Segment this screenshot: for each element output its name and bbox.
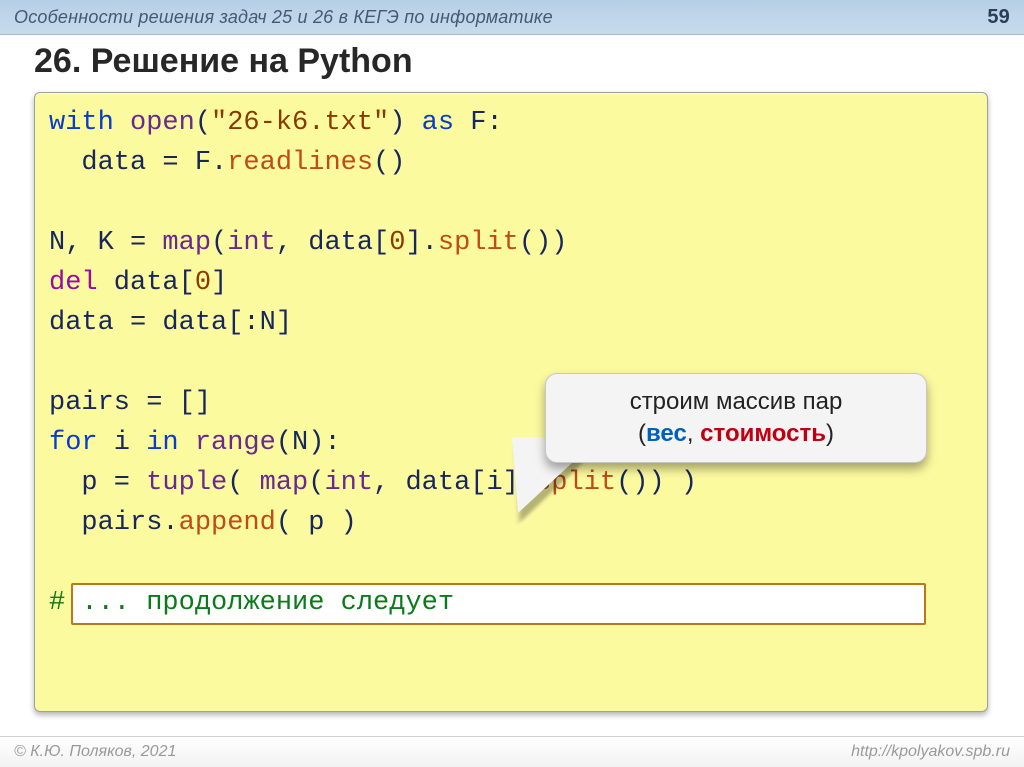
builtin-map: map — [162, 228, 211, 258]
method-split: split — [438, 228, 519, 258]
builtin-open: open — [130, 108, 195, 138]
callout-line1: строим массив пар — [546, 388, 926, 416]
builtin-range: range — [195, 428, 276, 458]
python-code: with open("26-k6.txt") as F: data = F.re… — [49, 103, 697, 623]
builtin-int: int — [227, 228, 276, 258]
builtin-tuple: tuple — [146, 468, 227, 498]
footer-author: © К.Ю. Поляков, 2021 — [14, 737, 176, 767]
footer-url: http://kpolyakov.spb.ru — [851, 737, 1010, 767]
keyword-in: in — [146, 428, 178, 458]
string-literal: "26-k6.txt" — [211, 108, 389, 138]
footer: © К.Ю. Поляков, 2021 http://kpolyakov.sp… — [0, 736, 1024, 767]
keyword-with: with — [49, 108, 114, 138]
callout-bubble: строим массив пар (вес, стоимость) — [545, 373, 927, 463]
slide-heading: 26. Решение на Python — [34, 42, 413, 81]
method-append: append — [179, 508, 276, 538]
method-readlines: readlines — [227, 148, 373, 178]
comment: # ... продолжение следует — [49, 588, 454, 618]
keyword-del: del — [49, 268, 98, 298]
lecture-title: Особенности решения задач 25 и 26 в КЕГЭ… — [14, 0, 553, 34]
slide: Особенности решения задач 25 и 26 в КЕГЭ… — [0, 0, 1024, 767]
callout-cost: стоимость — [700, 420, 826, 447]
code-box: with open("26-k6.txt") as F: data = F.re… — [34, 92, 988, 712]
top-bar: Особенности решения задач 25 и 26 в КЕГЭ… — [0, 0, 1024, 35]
page-number: 59 — [987, 0, 1010, 34]
callout-line2: (вес, стоимость) — [546, 420, 926, 448]
keyword-for: for — [49, 428, 98, 458]
keyword-as: as — [422, 108, 454, 138]
callout-weight: вес — [646, 420, 687, 447]
